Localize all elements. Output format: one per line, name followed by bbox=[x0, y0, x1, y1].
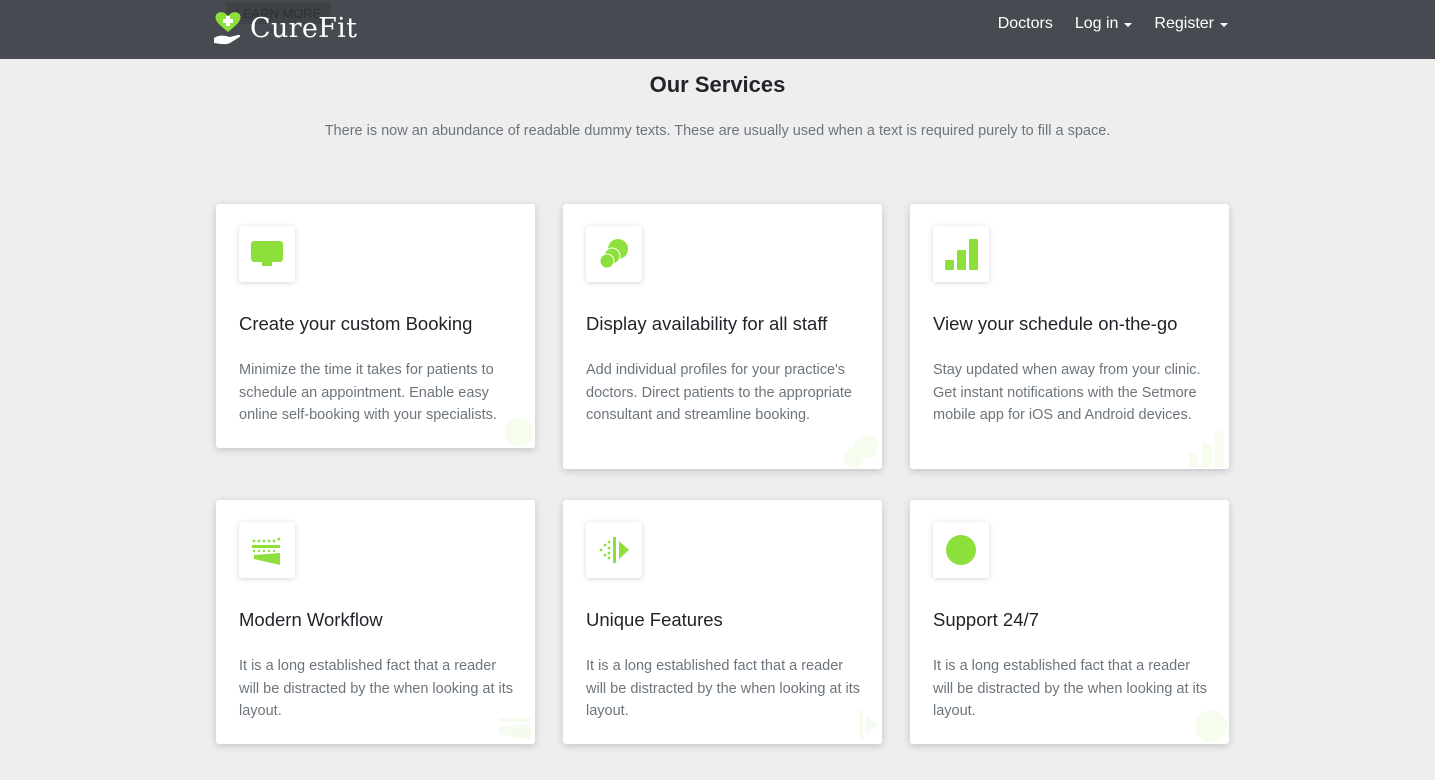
service-icon-box bbox=[586, 522, 642, 578]
nav-doctors[interactable]: Doctors bbox=[998, 15, 1053, 33]
service-card: Display availability for all staff Add i… bbox=[563, 204, 882, 469]
workflow-watermark-icon bbox=[499, 718, 531, 740]
card-title: Support 24/7 bbox=[933, 609, 1039, 630]
brand-logo[interactable]: CureFit bbox=[212, 8, 357, 48]
service-card: Support 24/7 It is a long established fa… bbox=[910, 500, 1229, 744]
circles-icon bbox=[599, 239, 628, 269]
card-description: It is a long established fact that a rea… bbox=[933, 658, 1208, 719]
heart-hand-icon bbox=[214, 12, 241, 45]
circles-watermark-icon bbox=[844, 435, 878, 467]
card-title: Unique Features bbox=[586, 609, 723, 630]
card-title: View your schedule on-the-go bbox=[933, 313, 1178, 334]
signal-bars-icon bbox=[945, 239, 978, 270]
signal-bars-watermark-icon bbox=[1189, 431, 1224, 467]
brand-name: CureFit bbox=[250, 12, 358, 44]
monitor-icon bbox=[251, 241, 283, 266]
card-description: It is a long established fact that a rea… bbox=[586, 658, 861, 719]
card-title: Modern Workflow bbox=[239, 609, 383, 630]
card-description: Add individual profiles for your practic… bbox=[586, 362, 852, 423]
service-card: Modern Workflow It is a long established… bbox=[216, 500, 535, 744]
service-card: Create your custom Booking Minimize the … bbox=[216, 204, 535, 448]
nav-login-dropdown[interactable]: Log in bbox=[1075, 15, 1133, 33]
caret-down-icon bbox=[1124, 23, 1133, 27]
service-icon-box bbox=[239, 522, 295, 578]
service-icon-box bbox=[933, 522, 989, 578]
service-card: View your schedule on-the-go Stay update… bbox=[910, 204, 1229, 469]
service-icon-box bbox=[933, 226, 989, 282]
service-icon-box bbox=[586, 226, 642, 282]
card-description: Stay updated when away from your clinic.… bbox=[933, 362, 1201, 423]
navbar: LEARN MORE CureFit Doctors Log in Regist… bbox=[0, 0, 1435, 59]
section-title: Our Services bbox=[649, 72, 786, 97]
section-subtitle: There is now an abundance of readable du… bbox=[324, 123, 1111, 139]
features-watermark-icon bbox=[860, 710, 878, 740]
support-icon bbox=[946, 535, 976, 565]
card-title: Display availability for all staff bbox=[586, 313, 828, 334]
workflow-icon bbox=[252, 537, 281, 565]
card-description: It is a long established fact that a rea… bbox=[239, 658, 514, 719]
card-description: Minimize the time it takes for patients … bbox=[239, 362, 497, 423]
service-card: Unique Features It is a long established… bbox=[563, 500, 882, 744]
features-icon bbox=[599, 537, 629, 563]
nav-register-label: Register bbox=[1154, 15, 1214, 32]
support-watermark-icon bbox=[1195, 710, 1227, 742]
nav-doctors-label: Doctors bbox=[997, 15, 1053, 32]
card-title: Create your custom Booking bbox=[239, 313, 473, 334]
nav-links: Doctors Log in Register bbox=[998, 15, 1228, 33]
nav-login-label: Log in bbox=[1074, 15, 1119, 32]
caret-down-icon bbox=[1220, 23, 1228, 27]
service-icon-box bbox=[239, 226, 295, 282]
monitor-watermark-icon bbox=[505, 418, 533, 446]
nav-register-dropdown[interactable]: Register bbox=[1154, 15, 1228, 33]
